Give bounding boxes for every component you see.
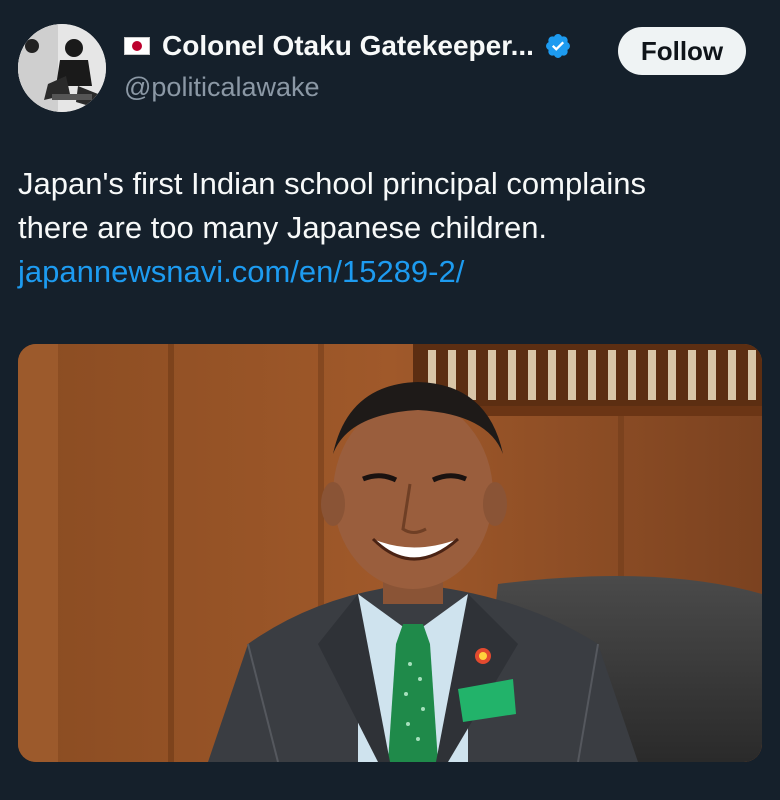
tweet-media-image[interactable] (18, 344, 762, 762)
tweet-body: Japan's first Indian school principal co… (18, 162, 762, 294)
author-handle[interactable]: @politicalawake (124, 72, 320, 103)
author-display-name[interactable]: Colonel Otaku Gatekeeper... (162, 30, 534, 62)
tweet-text-line-1: Japan's first Indian school principal co… (18, 166, 646, 201)
japan-flag-icon (124, 37, 150, 55)
photo-illustration (18, 344, 762, 762)
author-avatar[interactable] (18, 24, 106, 112)
tweet-link[interactable]: japannewsnavi.com/en/15289-2/ (18, 250, 762, 294)
tweet-post: Colonel Otaku Gatekeeper... @politicalaw… (0, 0, 780, 800)
tweet-header: Colonel Otaku Gatekeeper... @politicalaw… (0, 0, 780, 130)
tweet-text-line-2: there are too many Japanese children. (18, 210, 548, 245)
follow-button[interactable]: Follow (618, 27, 746, 75)
verified-badge-icon (544, 32, 572, 60)
author-name-row: Colonel Otaku Gatekeeper... (124, 30, 572, 62)
avatar-image (18, 24, 106, 112)
